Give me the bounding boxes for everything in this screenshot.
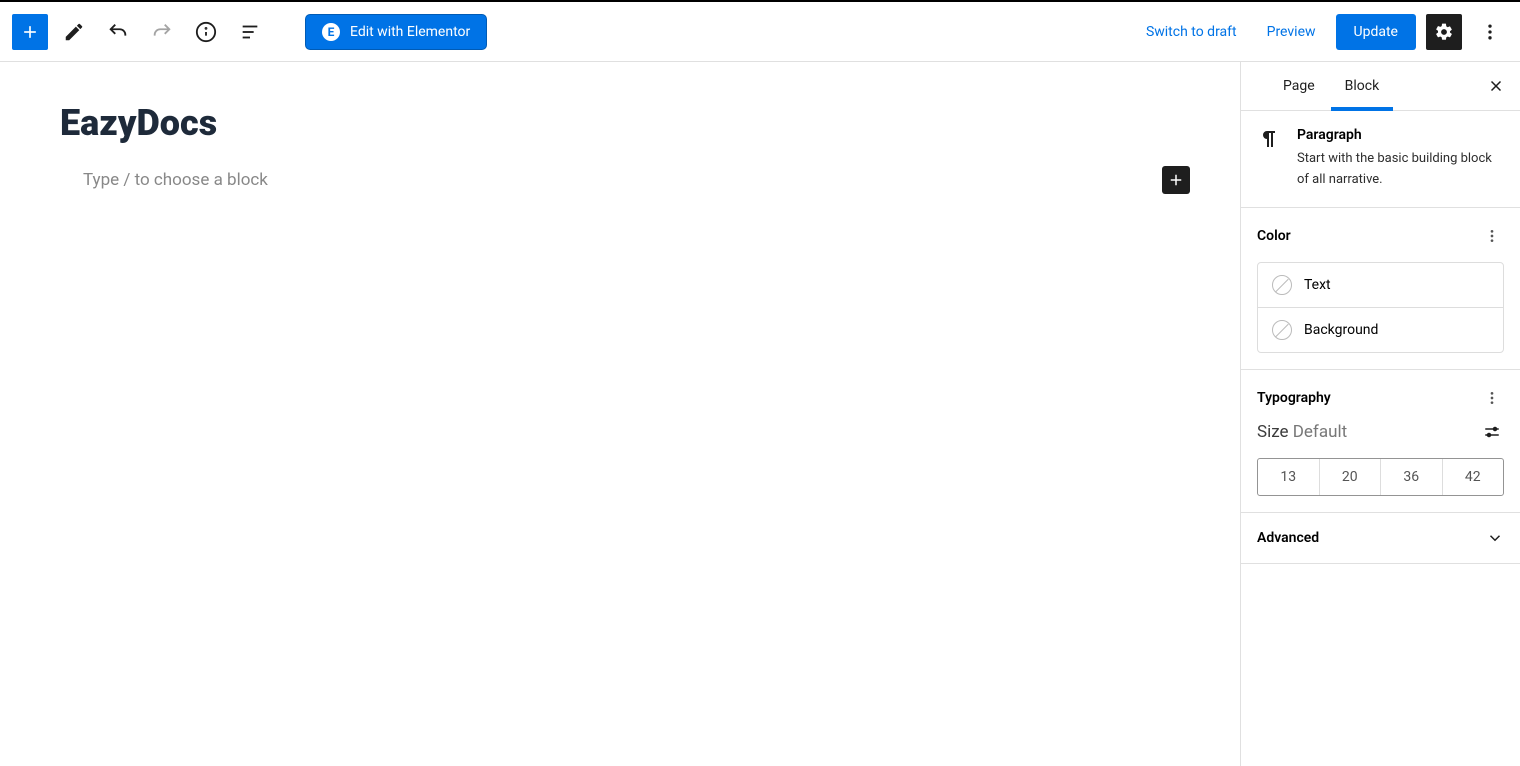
tools-button[interactable] — [56, 14, 92, 50]
editor-canvas: EazyDocs — [0, 62, 1240, 766]
block-type-description: Start with the basic building block of a… — [1297, 149, 1504, 191]
paragraph-icon — [1257, 127, 1281, 151]
paragraph-input[interactable] — [83, 162, 1162, 198]
sliders-icon — [1483, 423, 1501, 441]
tab-block[interactable]: Block — [1331, 62, 1394, 110]
typography-heading: Typography — [1257, 390, 1331, 406]
toolbar-right: Switch to draft Preview Update — [1136, 14, 1508, 50]
main-area: EazyDocs Page Block Paragraph Start wit — [0, 62, 1520, 766]
paragraph-block-row — [35, 162, 1205, 198]
elementor-icon: E — [322, 23, 340, 41]
size-label-wrap: Size Default — [1257, 422, 1347, 442]
outline-button[interactable] — [232, 14, 268, 50]
background-color-label: Background — [1304, 322, 1378, 338]
page-title[interactable]: EazyDocs — [60, 102, 1205, 144]
size-option[interactable]: 20 — [1319, 459, 1381, 495]
background-color-option[interactable]: Background — [1258, 307, 1503, 352]
swatch-icon — [1272, 320, 1292, 340]
switch-draft-button[interactable]: Switch to draft — [1136, 18, 1247, 46]
color-section: Color Text Background — [1241, 208, 1520, 370]
size-options: 13 20 36 42 — [1257, 458, 1504, 496]
more-vertical-icon — [1484, 228, 1500, 244]
block-type-name: Paragraph — [1297, 127, 1504, 143]
edit-elementor-button[interactable]: E Edit with Elementor — [306, 15, 486, 49]
elementor-label: Edit with Elementor — [350, 24, 470, 40]
plus-icon — [20, 22, 40, 42]
size-custom-button[interactable] — [1480, 420, 1504, 444]
redo-button[interactable] — [144, 14, 180, 50]
tab-page[interactable]: Page — [1269, 62, 1329, 110]
block-type-section: Paragraph Start with the basic building … — [1241, 111, 1520, 208]
close-sidebar-button[interactable] — [1478, 68, 1514, 104]
plus-icon — [1167, 171, 1185, 189]
info-icon — [195, 21, 217, 43]
sidebar-tabs: Page Block — [1241, 62, 1520, 111]
details-button[interactable] — [188, 14, 224, 50]
size-option[interactable]: 42 — [1442, 459, 1504, 495]
preview-button[interactable]: Preview — [1257, 18, 1326, 46]
top-toolbar: E Edit with Elementor Switch to draft Pr… — [0, 2, 1520, 62]
pencil-icon — [63, 21, 85, 43]
undo-button[interactable] — [100, 14, 136, 50]
undo-icon — [107, 21, 129, 43]
advanced-section[interactable]: Advanced — [1241, 513, 1520, 564]
color-options-button[interactable] — [1480, 224, 1504, 248]
typography-options-button[interactable] — [1480, 386, 1504, 410]
list-icon — [239, 21, 261, 43]
text-color-option[interactable]: Text — [1258, 263, 1503, 307]
add-block-button[interactable] — [12, 14, 48, 50]
text-color-label: Text — [1304, 277, 1331, 293]
chevron-down-icon — [1486, 529, 1504, 547]
size-value: Default — [1293, 422, 1347, 442]
inline-add-button[interactable] — [1162, 166, 1190, 194]
more-vertical-icon — [1480, 22, 1500, 42]
close-icon — [1487, 77, 1505, 95]
options-button[interactable] — [1472, 14, 1508, 50]
size-option[interactable]: 13 — [1258, 459, 1319, 495]
settings-button[interactable] — [1426, 14, 1462, 50]
size-label: Size — [1257, 422, 1289, 442]
redo-icon — [151, 21, 173, 43]
swatch-icon — [1272, 275, 1292, 295]
advanced-heading: Advanced — [1257, 530, 1319, 546]
more-vertical-icon — [1484, 390, 1500, 406]
typography-section: Typography Size Default 13 20 36 42 — [1241, 370, 1520, 513]
size-option[interactable]: 36 — [1380, 459, 1442, 495]
gear-icon — [1434, 22, 1454, 42]
toolbar-left: E Edit with Elementor — [12, 14, 486, 50]
update-button[interactable]: Update — [1336, 14, 1416, 50]
color-heading: Color — [1257, 228, 1291, 244]
settings-sidebar: Page Block Paragraph Start with the basi… — [1240, 62, 1520, 766]
